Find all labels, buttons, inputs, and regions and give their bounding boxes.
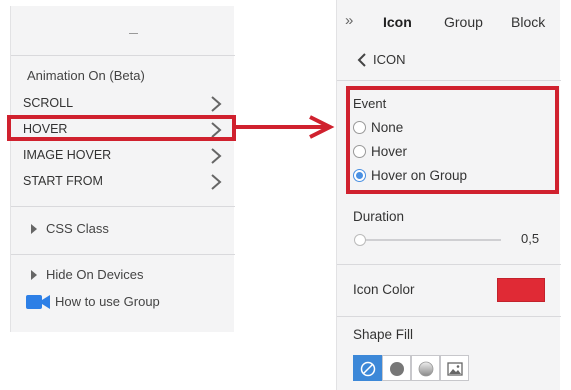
duration-slider-track[interactable] bbox=[355, 239, 501, 241]
caret-right-icon bbox=[31, 224, 37, 234]
divider bbox=[337, 264, 561, 265]
panel-handle bbox=[11, 6, 235, 56]
css-class-toggle[interactable]: CSS Class bbox=[31, 221, 109, 236]
tab-group[interactable]: Group bbox=[444, 14, 483, 30]
menu-item-label: START FROM bbox=[23, 174, 103, 188]
circle-gradient-icon bbox=[418, 361, 434, 377]
duration-slider-thumb[interactable] bbox=[354, 234, 366, 246]
shape-fill-gradient-button[interactable] bbox=[411, 355, 440, 381]
menu-item-scroll[interactable]: SCROLL bbox=[11, 92, 235, 116]
chevron-right-icon bbox=[211, 148, 222, 164]
divider bbox=[337, 316, 561, 317]
menu-item-label: IMAGE HOVER bbox=[23, 148, 112, 162]
minimize-dash-icon[interactable] bbox=[129, 33, 138, 34]
shape-fill-none-button[interactable] bbox=[353, 355, 382, 381]
video-camera-icon bbox=[26, 295, 50, 309]
icon-color-swatch[interactable] bbox=[497, 278, 545, 302]
arrow-right-icon bbox=[309, 115, 335, 139]
shape-fill-label: Shape Fill bbox=[353, 327, 414, 342]
highlight-box-event bbox=[346, 86, 559, 194]
divider bbox=[11, 206, 235, 207]
chevron-left-icon bbox=[357, 53, 366, 67]
shape-fill-circle-button[interactable] bbox=[382, 355, 411, 381]
css-class-label: CSS Class bbox=[46, 221, 109, 236]
menu-item-image-hover[interactable]: IMAGE HOVER bbox=[11, 144, 235, 168]
caret-right-icon bbox=[31, 270, 37, 280]
none-icon bbox=[360, 361, 376, 377]
how-to-use-group-link[interactable]: How to use Group bbox=[26, 293, 160, 311]
duration-label: Duration bbox=[353, 209, 405, 224]
shape-fill-image-button[interactable] bbox=[440, 355, 469, 381]
tab-icon[interactable]: Icon bbox=[383, 14, 412, 30]
duration-value: 0,5 bbox=[521, 231, 540, 246]
chevron-right-icon bbox=[211, 96, 222, 112]
tab-block[interactable]: Block bbox=[511, 14, 545, 30]
back-button[interactable]: ICON bbox=[357, 52, 406, 67]
image-icon bbox=[447, 362, 463, 376]
animation-section-title: Animation On (Beta) bbox=[27, 68, 145, 83]
right-panel: » Icon Group Block ICON Event None Hover… bbox=[336, 0, 561, 390]
how-to-use-group-label: How to use Group bbox=[55, 294, 160, 309]
menu-item-start-from[interactable]: START FROM bbox=[11, 170, 235, 194]
icon-color-label: Icon Color bbox=[353, 282, 415, 297]
collapse-double-chevron-icon[interactable]: » bbox=[345, 12, 353, 29]
hide-on-devices-label: Hide On Devices bbox=[46, 267, 144, 282]
back-label: ICON bbox=[373, 52, 406, 67]
tab-bar: » Icon Group Block bbox=[337, 0, 561, 44]
highlight-box-hover bbox=[7, 115, 236, 141]
circle-filled-icon bbox=[390, 362, 404, 376]
divider bbox=[337, 80, 561, 81]
left-panel: Animation On (Beta) SCROLL HOVER IMAGE H… bbox=[10, 6, 235, 332]
menu-item-label: SCROLL bbox=[23, 96, 74, 110]
divider bbox=[11, 254, 235, 255]
chevron-right-icon bbox=[211, 174, 222, 190]
hide-on-devices-toggle[interactable]: Hide On Devices bbox=[31, 267, 144, 282]
